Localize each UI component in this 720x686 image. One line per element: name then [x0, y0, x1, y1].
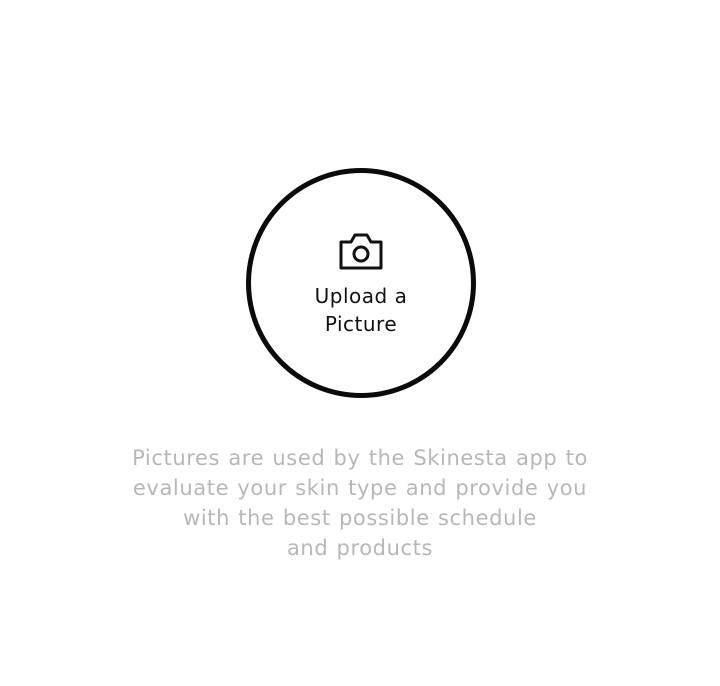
upload-picture-label: Upload a Picture [286, 282, 436, 338]
upload-label-line-1: Upload a [314, 284, 408, 308]
upload-label-line-2: Picture [324, 312, 398, 336]
camera-icon [339, 233, 383, 270]
upload-picture-screen: Upload a Picture Pictures are used by th… [0, 0, 720, 686]
upload-picture-button[interactable]: Upload a Picture [246, 168, 476, 398]
description-line-2: evaluate your skin type and provide you [132, 476, 588, 500]
picture-usage-description: Pictures are used by the Skinesta app to… [100, 443, 620, 563]
description-line-3: with the best possible schedule [183, 506, 537, 530]
description-line-4: and products [286, 536, 434, 560]
description-line-1: Pictures are used by the Skinesta app to [132, 446, 588, 470]
